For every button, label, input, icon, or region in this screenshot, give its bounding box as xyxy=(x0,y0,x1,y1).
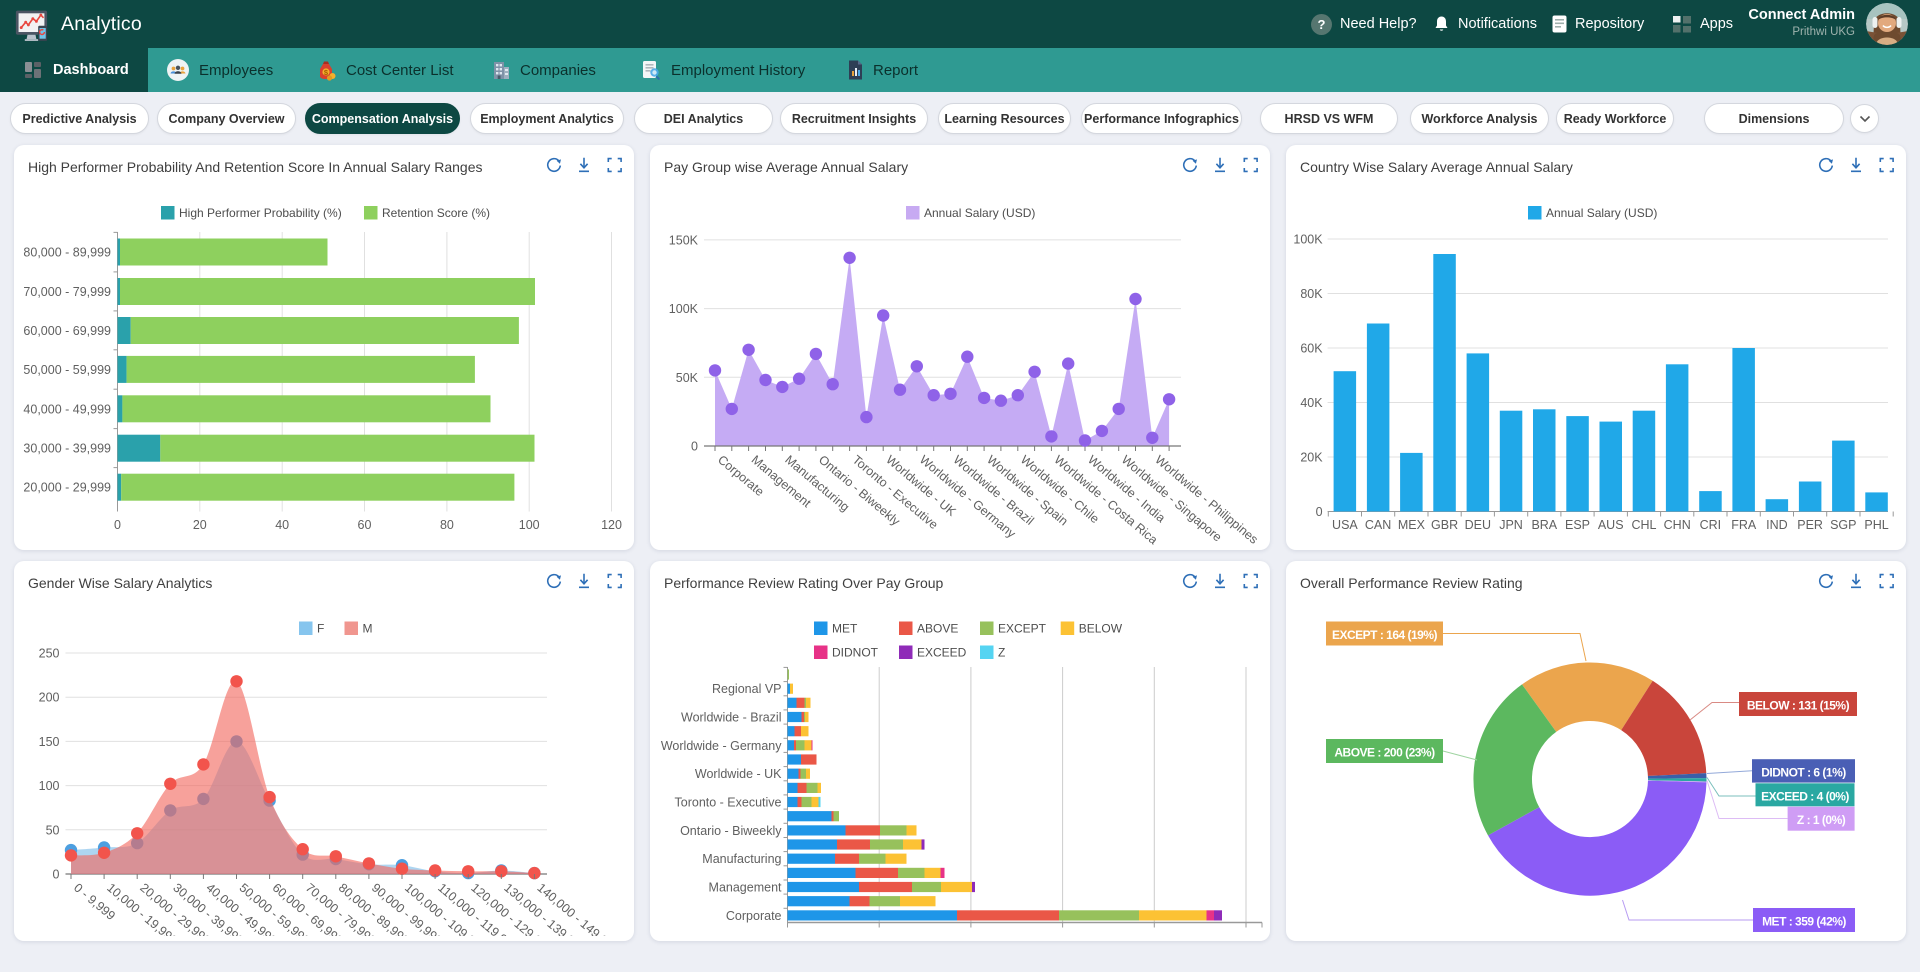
svg-text:GBR: GBR xyxy=(1431,518,1458,532)
svg-text:60K: 60K xyxy=(1300,342,1323,356)
svg-text:80: 80 xyxy=(440,518,454,532)
svg-text:AUS: AUS xyxy=(1598,518,1624,532)
svg-text:20K: 20K xyxy=(1300,451,1323,465)
svg-text:EXCEPT : 164 (19%): EXCEPT : 164 (19%) xyxy=(1332,628,1438,642)
svg-text:M: M xyxy=(363,622,373,636)
svg-text:Z : 1 (0%): Z : 1 (0%) xyxy=(1797,813,1846,827)
svg-text:CHN: CHN xyxy=(1664,518,1691,532)
svg-text:Manufacturing: Manufacturing xyxy=(702,852,781,866)
svg-text:Retention Score (%): Retention Score (%) xyxy=(382,206,490,220)
svg-text:0: 0 xyxy=(691,440,698,454)
svg-text:30,000 - 39,999: 30,000 - 39,999 xyxy=(23,442,111,456)
svg-text:50: 50 xyxy=(46,823,60,837)
svg-text:Management: Management xyxy=(709,881,782,895)
svg-text:MET: MET xyxy=(832,622,858,636)
svg-text:Pay Group wise Average Annual: Pay Group wise Average Annual Salary xyxy=(664,159,908,175)
svg-text:50K: 50K xyxy=(676,371,699,385)
svg-text:EXCEPT: EXCEPT xyxy=(998,622,1047,636)
svg-text:ESP: ESP xyxy=(1565,518,1590,532)
svg-text:250: 250 xyxy=(39,647,60,661)
svg-text:ABOVE: ABOVE xyxy=(917,622,958,636)
svg-text:60,000 - 69,999: 60,000 - 69,999 xyxy=(23,324,111,338)
svg-text:Performance Review Rating Over: Performance Review Rating Over Pay Group xyxy=(664,575,944,591)
svg-text:Worldwide - Brazil: Worldwide - Brazil xyxy=(681,711,782,725)
svg-text:BELOW: BELOW xyxy=(1079,622,1123,636)
svg-text:Corporate: Corporate xyxy=(726,909,782,923)
svg-text:Worldwide - UK: Worldwide - UK xyxy=(695,767,782,781)
svg-text:100: 100 xyxy=(39,779,60,793)
svg-text:CRI: CRI xyxy=(1700,518,1722,532)
svg-text:SGP: SGP xyxy=(1830,518,1856,532)
svg-text:100K: 100K xyxy=(669,302,699,316)
svg-text:60: 60 xyxy=(358,518,372,532)
svg-text:ABOVE : 200 (23%): ABOVE : 200 (23%) xyxy=(1334,746,1435,760)
svg-text:MEX: MEX xyxy=(1398,518,1426,532)
svg-text:Regional VP: Regional VP xyxy=(712,682,782,696)
svg-text:0: 0 xyxy=(114,518,121,532)
svg-text:Ontario - Biweekly: Ontario - Biweekly xyxy=(680,824,782,838)
svg-text:PER: PER xyxy=(1797,518,1823,532)
svg-text:BRA: BRA xyxy=(1531,518,1557,532)
svg-text:100: 100 xyxy=(519,518,540,532)
svg-text:MET : 359 (42%): MET : 359 (42%) xyxy=(1762,915,1846,929)
svg-text:Worldwide - Germany: Worldwide - Germany xyxy=(661,739,782,753)
svg-text:150: 150 xyxy=(39,735,60,749)
svg-text:Gender Wise Salary Analytics: Gender Wise Salary Analytics xyxy=(28,575,212,591)
svg-text:Annual Salary (USD): Annual Salary (USD) xyxy=(1546,206,1657,220)
svg-text:Toronto - Executive: Toronto - Executive xyxy=(675,796,782,810)
svg-text:F: F xyxy=(317,622,324,636)
svg-text:40K: 40K xyxy=(1300,396,1323,410)
svg-text:200: 200 xyxy=(39,691,60,705)
svg-text:20: 20 xyxy=(193,518,207,532)
svg-text:50,000 - 59,999: 50,000 - 59,999 xyxy=(23,363,111,377)
svg-text:100K: 100K xyxy=(1293,233,1323,247)
svg-text:0: 0 xyxy=(53,868,60,882)
svg-text:Annual Salary (USD): Annual Salary (USD) xyxy=(924,206,1035,220)
svg-text:Z: Z xyxy=(998,646,1005,660)
svg-text:40: 40 xyxy=(275,518,289,532)
svg-text:Overall Performance Review Rat: Overall Performance Review Rating xyxy=(1300,575,1523,591)
svg-text:DEU: DEU xyxy=(1465,518,1491,532)
svg-text:IND: IND xyxy=(1766,518,1788,532)
svg-text:20,000 - 29,999: 20,000 - 29,999 xyxy=(23,481,111,495)
svg-text:PHL: PHL xyxy=(1864,518,1888,532)
svg-text:150K: 150K xyxy=(669,233,699,247)
svg-text:EXCEED: EXCEED xyxy=(917,646,967,660)
svg-text:High Performer Probability And: High Performer Probability And Retention… xyxy=(28,159,482,175)
svg-text:120: 120 xyxy=(601,518,622,532)
svg-text:CAN: CAN xyxy=(1365,518,1391,532)
svg-text:USA: USA xyxy=(1332,518,1358,532)
svg-text:FRA: FRA xyxy=(1731,518,1757,532)
svg-text:0: 0 xyxy=(1316,505,1323,519)
svg-text:Country Wise Salary Average An: Country Wise Salary Average Annual Salar… xyxy=(1300,159,1573,175)
svg-text:BELOW : 131 (15%): BELOW : 131 (15%) xyxy=(1747,699,1850,713)
svg-text:CHL: CHL xyxy=(1631,518,1656,532)
svg-text:80K: 80K xyxy=(1300,287,1323,301)
svg-text:JPN: JPN xyxy=(1499,518,1523,532)
svg-text:40,000 - 49,999: 40,000 - 49,999 xyxy=(23,402,111,416)
svg-text:DIDNOT : 6 (1%): DIDNOT : 6 (1%) xyxy=(1761,765,1846,779)
svg-text:High Performer Probability (%): High Performer Probability (%) xyxy=(179,206,342,220)
svg-text:70,000 - 79,999: 70,000 - 79,999 xyxy=(23,285,111,299)
svg-text:80,000 - 89,999: 80,000 - 89,999 xyxy=(23,246,111,260)
svg-text:EXCEED : 4 (0%): EXCEED : 4 (0%) xyxy=(1761,789,1849,803)
svg-text:DIDNOT: DIDNOT xyxy=(832,646,879,660)
